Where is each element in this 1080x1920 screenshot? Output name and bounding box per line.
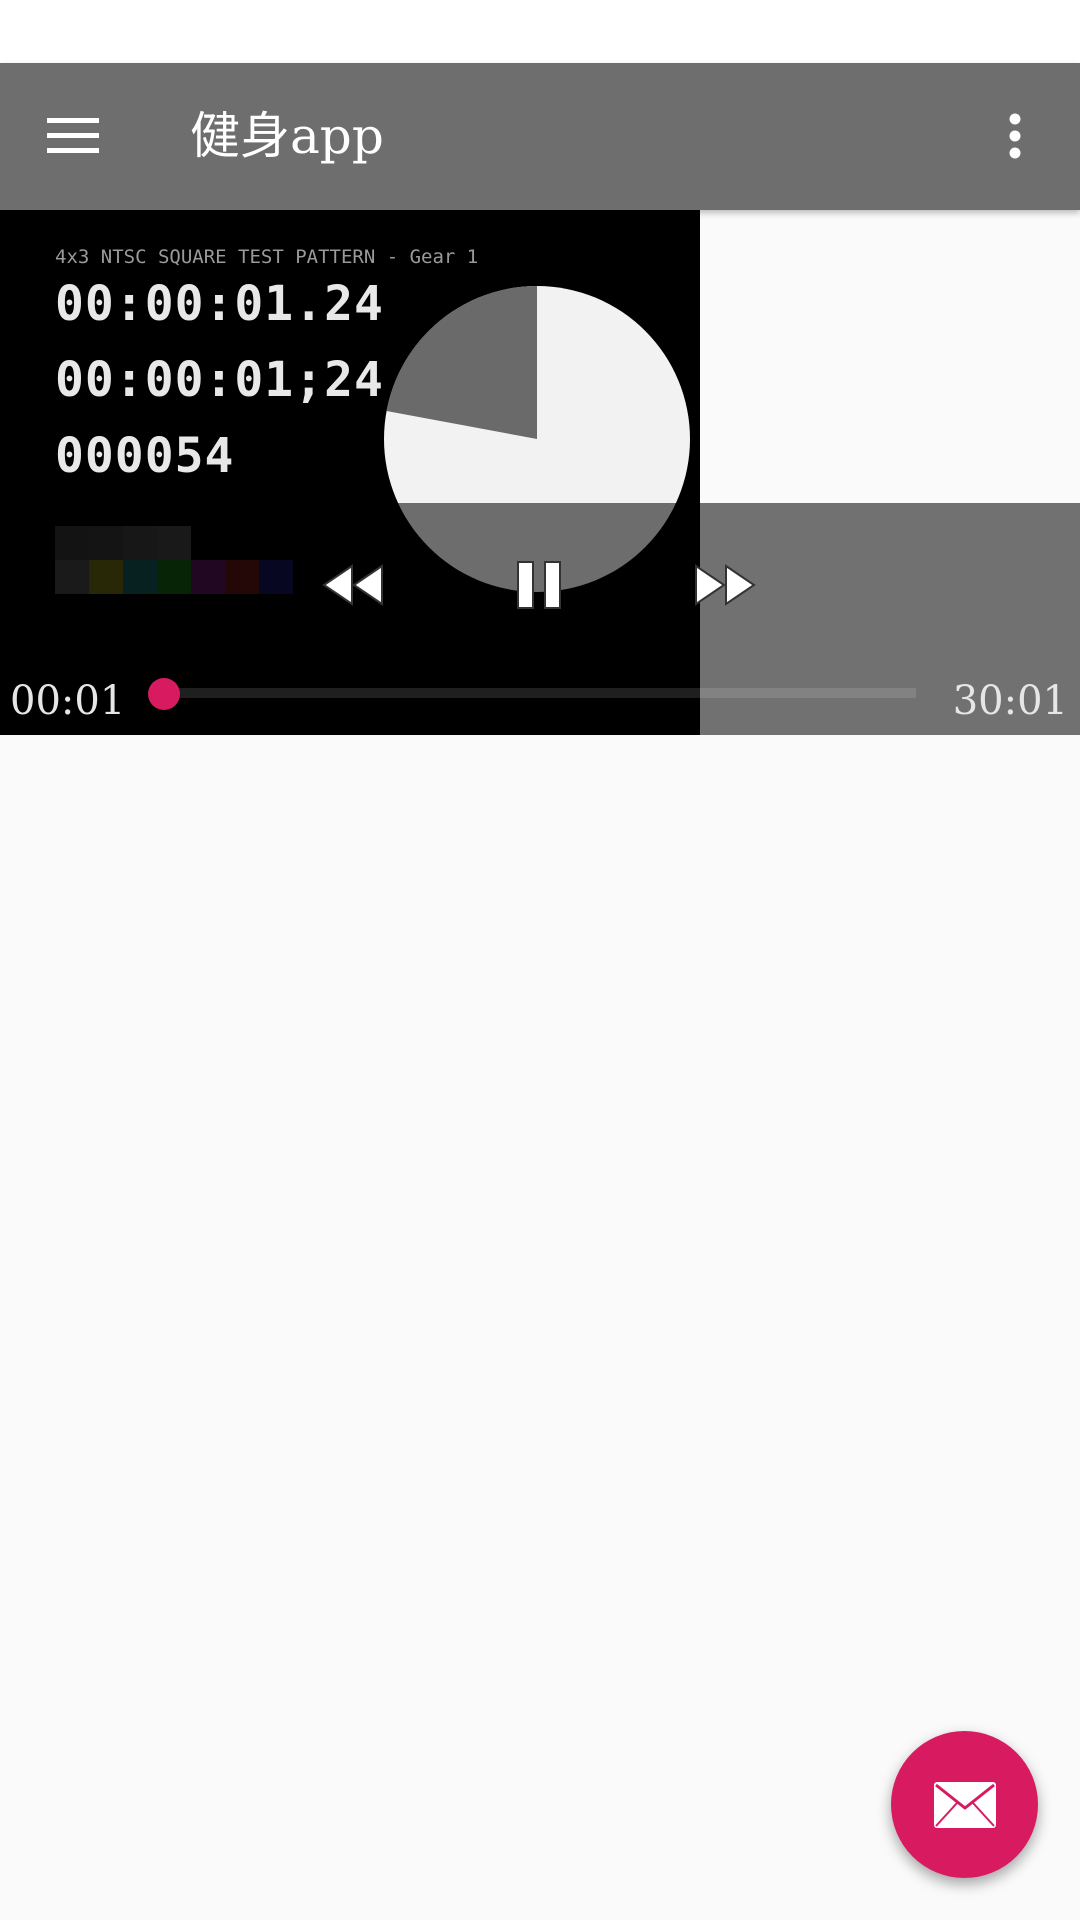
timecode-decimal: 00:00:01.24 bbox=[55, 276, 384, 332]
pause-icon bbox=[517, 561, 561, 609]
seek-bar[interactable] bbox=[164, 688, 916, 698]
status-bar bbox=[0, 0, 1080, 63]
menu-icon bbox=[47, 118, 99, 153]
email-icon bbox=[933, 1781, 996, 1828]
fast-rewind-icon bbox=[322, 564, 383, 606]
total-time: 30:01 bbox=[952, 678, 1068, 724]
app-title: 健身app bbox=[190, 107, 384, 165]
video-player[interactable]: 4x3 NTSC SQUARE TEST PATTERN - Gear 1 00… bbox=[0, 210, 1080, 735]
rewind-button[interactable] bbox=[308, 540, 398, 630]
more-options-button[interactable] bbox=[970, 91, 1060, 181]
fast-forward-icon bbox=[695, 564, 756, 606]
timecode-drop-frame: 00:00:01;24 bbox=[55, 352, 384, 408]
pause-button[interactable] bbox=[494, 540, 584, 630]
app-bar: 健身app bbox=[0, 63, 1080, 210]
frame-counter: 000054 bbox=[55, 428, 235, 484]
more-vert-icon bbox=[1009, 113, 1021, 159]
fast-forward-button[interactable] bbox=[680, 540, 770, 630]
email-fab[interactable] bbox=[891, 1731, 1038, 1878]
current-time: 00:01 bbox=[10, 678, 126, 724]
menu-button[interactable] bbox=[28, 91, 118, 181]
test-pattern-caption: 4x3 NTSC SQUARE TEST PATTERN - Gear 1 bbox=[55, 246, 479, 268]
